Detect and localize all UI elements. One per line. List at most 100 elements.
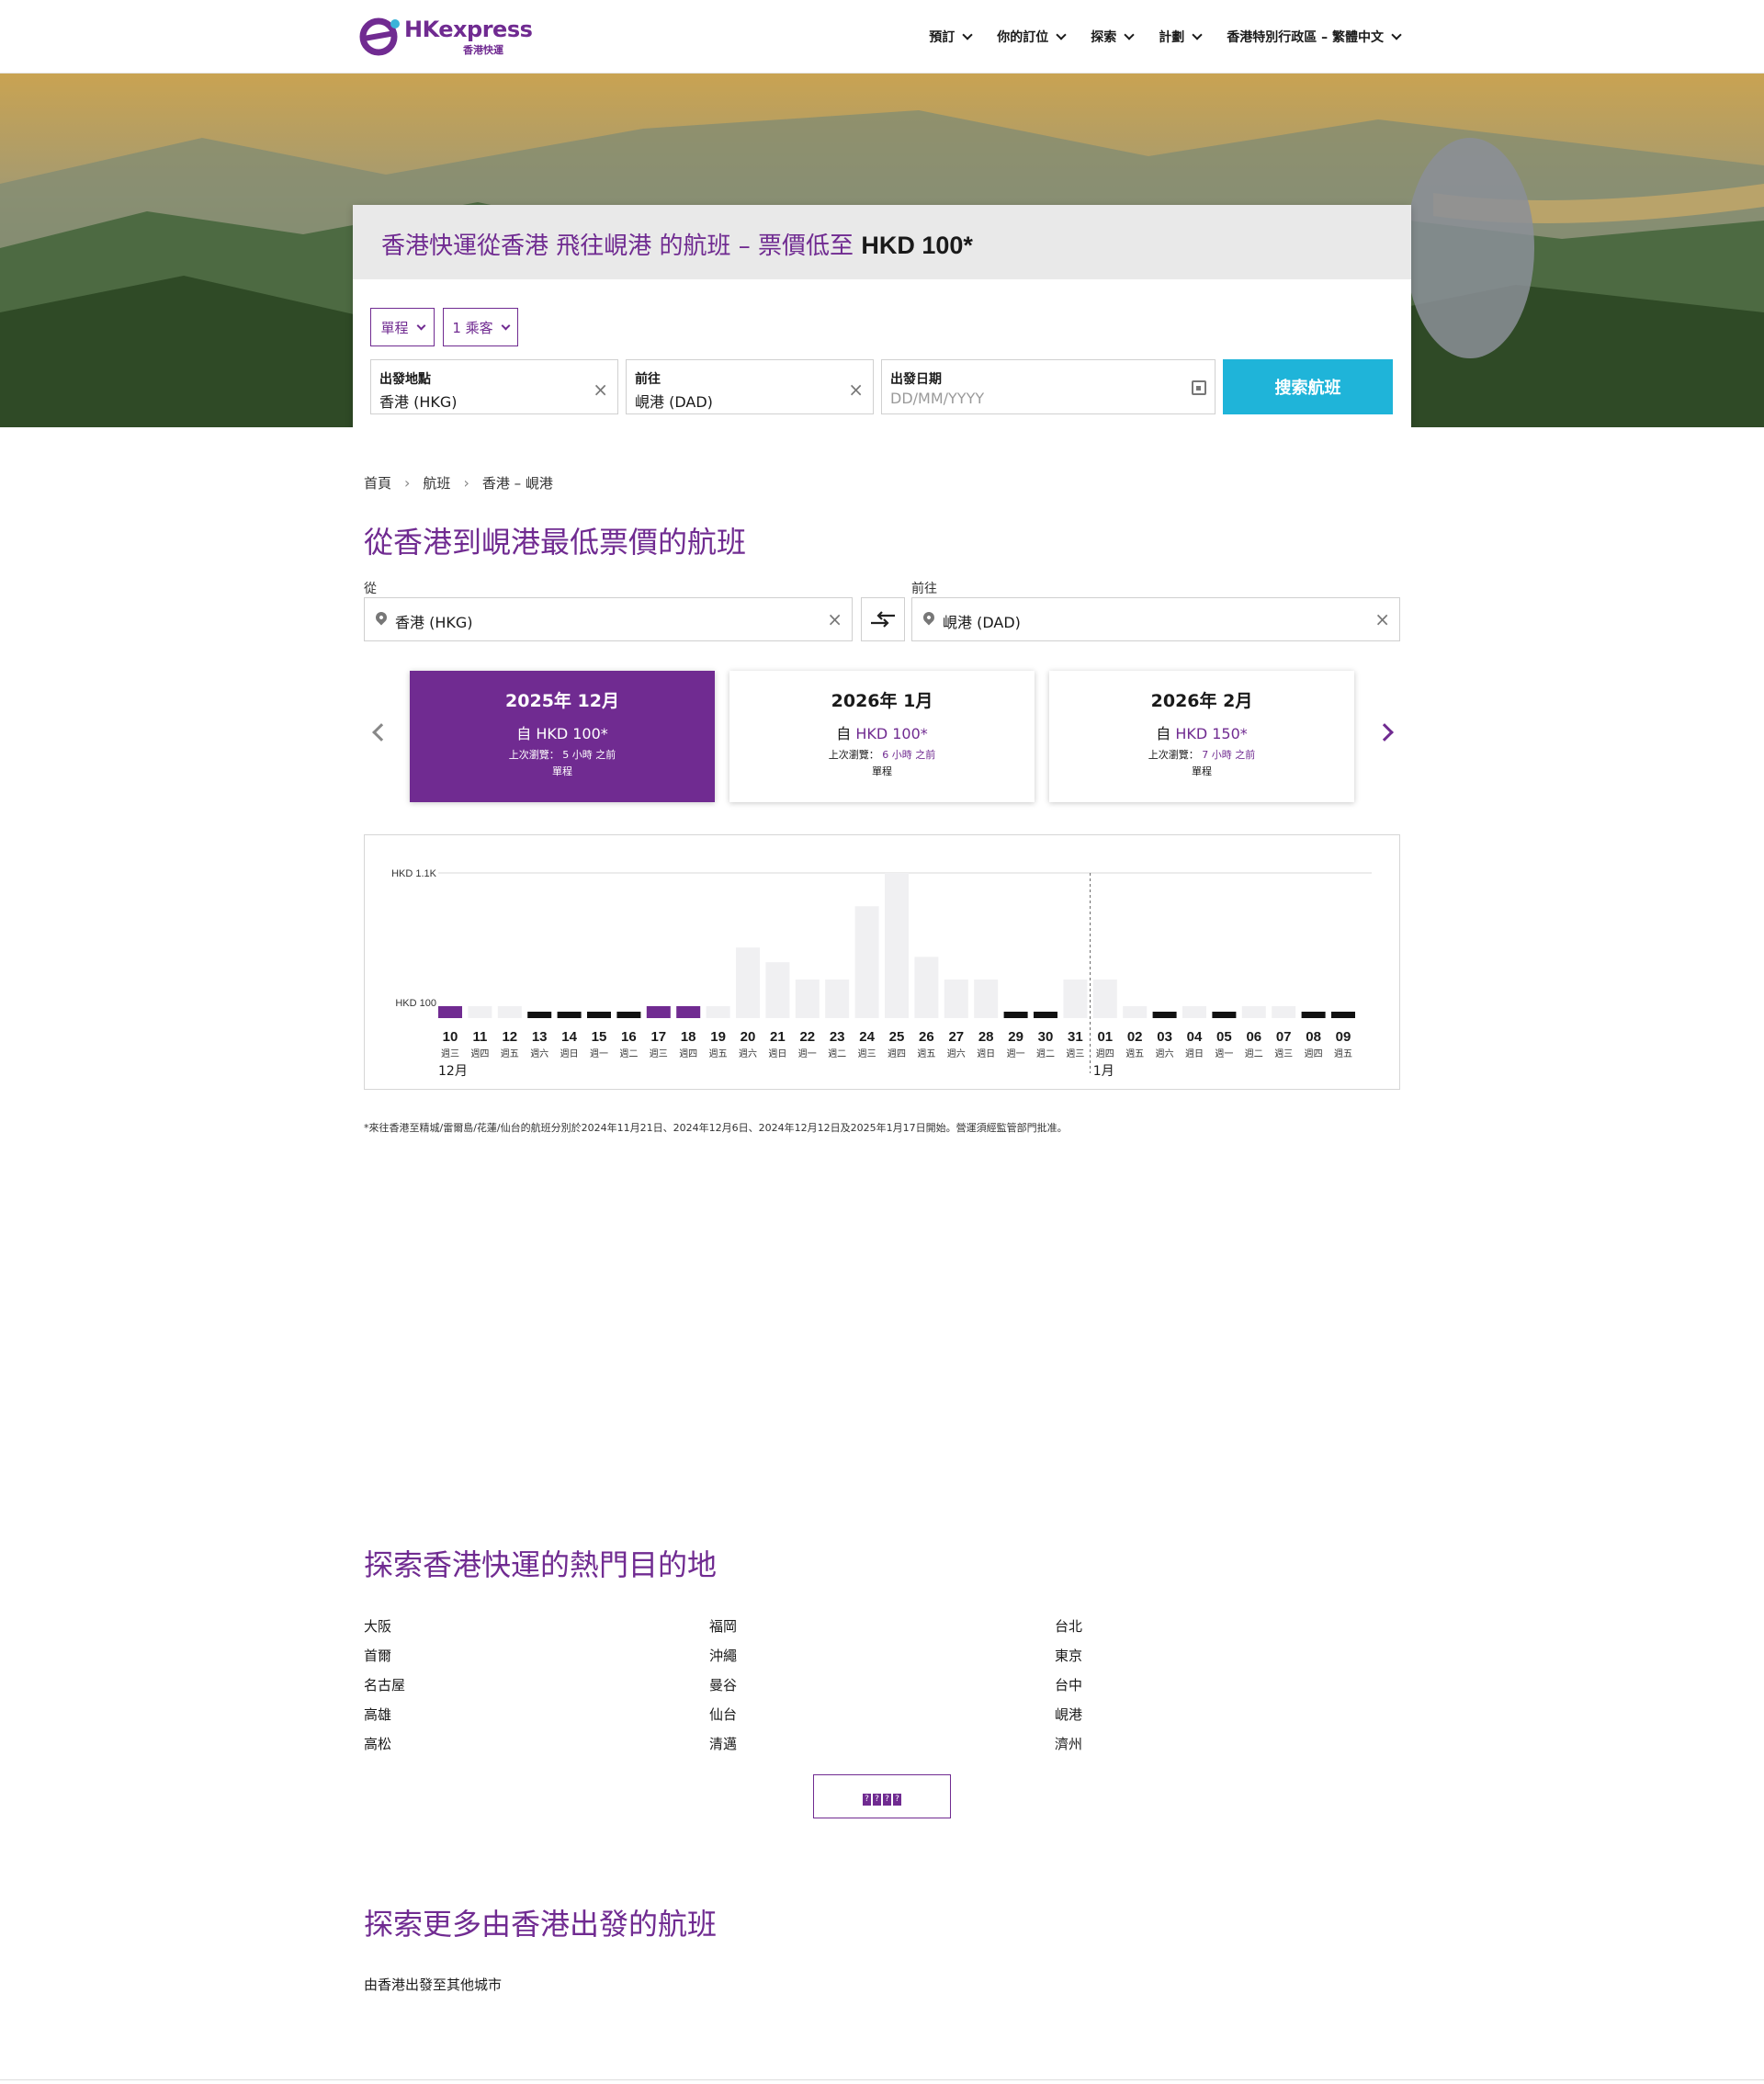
destination-link[interactable]: 首爾 bbox=[364, 1646, 391, 1665]
chart-bar[interactable] bbox=[1331, 1012, 1355, 1018]
chart-bar[interactable] bbox=[497, 1006, 522, 1018]
month-card-price: 自 HKD 100* bbox=[410, 721, 715, 743]
origin-field[interactable]: 出發地點 香港 (HKG) × bbox=[370, 359, 618, 414]
carousel-next-icon[interactable] bbox=[1375, 723, 1394, 742]
month-card-jan-2026[interactable]: 2026年 1月 自 HKD 100* 上次瀏覽： 6 小時 之前 單程 bbox=[729, 671, 1035, 802]
chart-bar[interactable] bbox=[557, 1012, 582, 1018]
calendar-icon[interactable] bbox=[1192, 380, 1206, 395]
destination-link[interactable]: 高松 bbox=[364, 1734, 391, 1753]
destination-link[interactable]: 大阪 bbox=[364, 1616, 391, 1636]
nav-language[interactable]: 香港特別行政區 – 繁體中文 bbox=[1227, 28, 1402, 46]
chart-bar[interactable] bbox=[1034, 1012, 1057, 1018]
clear-to-icon[interactable]: × bbox=[1374, 608, 1390, 630]
destination-link[interactable]: 沖繩 bbox=[709, 1646, 737, 1665]
chart-bar[interactable] bbox=[914, 957, 939, 1018]
month-card-title: 2026年 2月 bbox=[1150, 691, 1253, 711]
destination-field[interactable]: 前往 峴港 (DAD) × bbox=[626, 359, 874, 414]
other-cities-link[interactable]: 由香港出發至其他城市 bbox=[364, 1975, 502, 1994]
route-from-field[interactable]: 香港 (HKG) × bbox=[364, 597, 853, 641]
chart-weekday-label: 週二 bbox=[1036, 1048, 1055, 1059]
search-flights-button[interactable]: 搜索航班 bbox=[1223, 359, 1393, 414]
destination-link[interactable]: 東京 bbox=[1055, 1646, 1082, 1665]
chevron-down-icon bbox=[962, 29, 973, 40]
chart-bar[interactable] bbox=[795, 980, 820, 1018]
carousel-prev-icon[interactable] bbox=[372, 723, 390, 742]
show-more-button[interactable]: ???? bbox=[813, 1774, 951, 1818]
chart-bar[interactable] bbox=[1063, 980, 1088, 1018]
chart-bar[interactable] bbox=[1301, 1012, 1326, 1018]
chart-bar[interactable] bbox=[1092, 980, 1117, 1018]
chart-bar[interactable] bbox=[974, 980, 999, 1018]
destination-link[interactable]: 仙台 bbox=[709, 1705, 737, 1724]
price-value: HKD 150* bbox=[1175, 725, 1248, 742]
chart-bar[interactable] bbox=[765, 962, 790, 1018]
month-card-dec-2025[interactable]: 2025年 12月 自 HKD 100* 上次瀏覽： 5 小時 之前 單程 bbox=[410, 671, 715, 802]
logo-e-icon bbox=[359, 17, 400, 56]
more-flights-title: 探索更多由香港出發的航班 bbox=[364, 1907, 718, 1942]
chart-bar[interactable] bbox=[438, 1006, 462, 1018]
chart-weekday-label: 週一 bbox=[1007, 1048, 1025, 1059]
chart-bar[interactable] bbox=[616, 1012, 641, 1018]
chart-x-tick-label: 30 bbox=[1038, 1029, 1054, 1045]
chart-x-tick-label: 20 bbox=[741, 1029, 756, 1045]
destination-link[interactable]: 名古屋 bbox=[364, 1675, 405, 1694]
chart-bar[interactable] bbox=[527, 1012, 552, 1018]
destination-link[interactable]: 台北 bbox=[1055, 1616, 1082, 1636]
nav-explore[interactable]: 探索 bbox=[1091, 28, 1135, 46]
search-card-title: 香港快運從香港 飛往峴港 的航班 – 票價低至 HKD 100* bbox=[381, 227, 973, 261]
chart-bar[interactable] bbox=[1272, 1006, 1296, 1018]
breadcrumb-flights[interactable]: 航班 bbox=[423, 473, 450, 493]
placeholder-glyph: ? bbox=[893, 1794, 901, 1806]
chart-bar[interactable] bbox=[706, 1006, 730, 1018]
chart-bar[interactable] bbox=[944, 980, 968, 1018]
chart-x-tick-label: 21 bbox=[770, 1029, 786, 1045]
chart-bar[interactable] bbox=[885, 873, 909, 1018]
departure-date-field[interactable]: 出發日期 DD/MM/YYYY bbox=[881, 359, 1216, 414]
placeholder-glyph: ? bbox=[863, 1794, 871, 1806]
breadcrumb-home[interactable]: 首頁 bbox=[364, 473, 391, 493]
clear-destination-icon[interactable]: × bbox=[848, 379, 864, 401]
clear-origin-icon[interactable]: × bbox=[593, 379, 608, 401]
month-card-type: 單程 bbox=[552, 765, 572, 777]
hkexpress-logo[interactable]: HKexpress 香港快運 bbox=[355, 15, 533, 59]
passengers-dropdown[interactable]: 1 乘客 bbox=[443, 308, 518, 346]
destination-link[interactable]: 清邁 bbox=[709, 1734, 737, 1753]
destination-link[interactable]: 曼谷 bbox=[709, 1675, 737, 1694]
chart-bar[interactable] bbox=[468, 1006, 492, 1018]
destination-link[interactable]: 福岡 bbox=[709, 1616, 737, 1636]
site-header: HKexpress 香港快運 預訂 你的訂位 探索 計劃 香港特別行政區 – 繁… bbox=[0, 0, 1764, 74]
clear-from-icon[interactable]: × bbox=[827, 608, 842, 630]
destination-link[interactable]: 台中 bbox=[1055, 1675, 1082, 1694]
nav-booking[interactable]: 預訂 bbox=[929, 28, 973, 46]
nav-plan[interactable]: 計劃 bbox=[1159, 28, 1203, 46]
chart-x-tick-label: 24 bbox=[859, 1029, 875, 1045]
chart-bar[interactable] bbox=[587, 1012, 611, 1018]
chart-bar[interactable] bbox=[736, 947, 760, 1018]
swap-arrows-icon bbox=[871, 611, 895, 628]
chart-weekday-label: 週一 bbox=[590, 1048, 608, 1059]
chart-bar[interactable] bbox=[676, 1006, 701, 1018]
chart-bar[interactable] bbox=[1241, 1006, 1266, 1018]
chart-x-tick-label: 31 bbox=[1068, 1029, 1083, 1045]
nav-my-booking[interactable]: 你的訂位 bbox=[997, 28, 1067, 46]
swap-route-button[interactable] bbox=[861, 597, 905, 641]
route-to-field[interactable]: 峴港 (DAD) × bbox=[911, 597, 1400, 641]
chart-bar[interactable] bbox=[854, 906, 879, 1018]
chart-bar[interactable] bbox=[1152, 1012, 1177, 1018]
departure-date-label: 出發日期 bbox=[890, 372, 942, 387]
month-card-feb-2026[interactable]: 2026年 2月 自 HKD 150* 上次瀏覽： 7 小時 之前 單程 bbox=[1049, 671, 1354, 802]
chart-bar[interactable] bbox=[1212, 1012, 1237, 1018]
chart-bar[interactable] bbox=[1003, 1012, 1028, 1018]
trip-type-dropdown[interactable]: 單程 bbox=[370, 308, 435, 346]
chart-weekday-label: 週一 bbox=[798, 1048, 817, 1059]
month-card-seen: 上次瀏覽： 6 小時 之前 bbox=[729, 747, 1035, 762]
destination-link[interactable]: 高雄 bbox=[364, 1705, 391, 1724]
chart-bar[interactable] bbox=[1123, 1006, 1148, 1018]
chart-bar[interactable] bbox=[1182, 1006, 1206, 1018]
chart-bar[interactable] bbox=[646, 1006, 671, 1018]
destination-link[interactable]: 濟州 bbox=[1055, 1734, 1082, 1753]
chart-bar[interactable] bbox=[825, 980, 850, 1018]
destination-link[interactable]: 峴港 bbox=[1055, 1705, 1082, 1724]
chevron-down-icon bbox=[1391, 29, 1402, 40]
chart-weekday-label: 週四 bbox=[679, 1048, 697, 1059]
